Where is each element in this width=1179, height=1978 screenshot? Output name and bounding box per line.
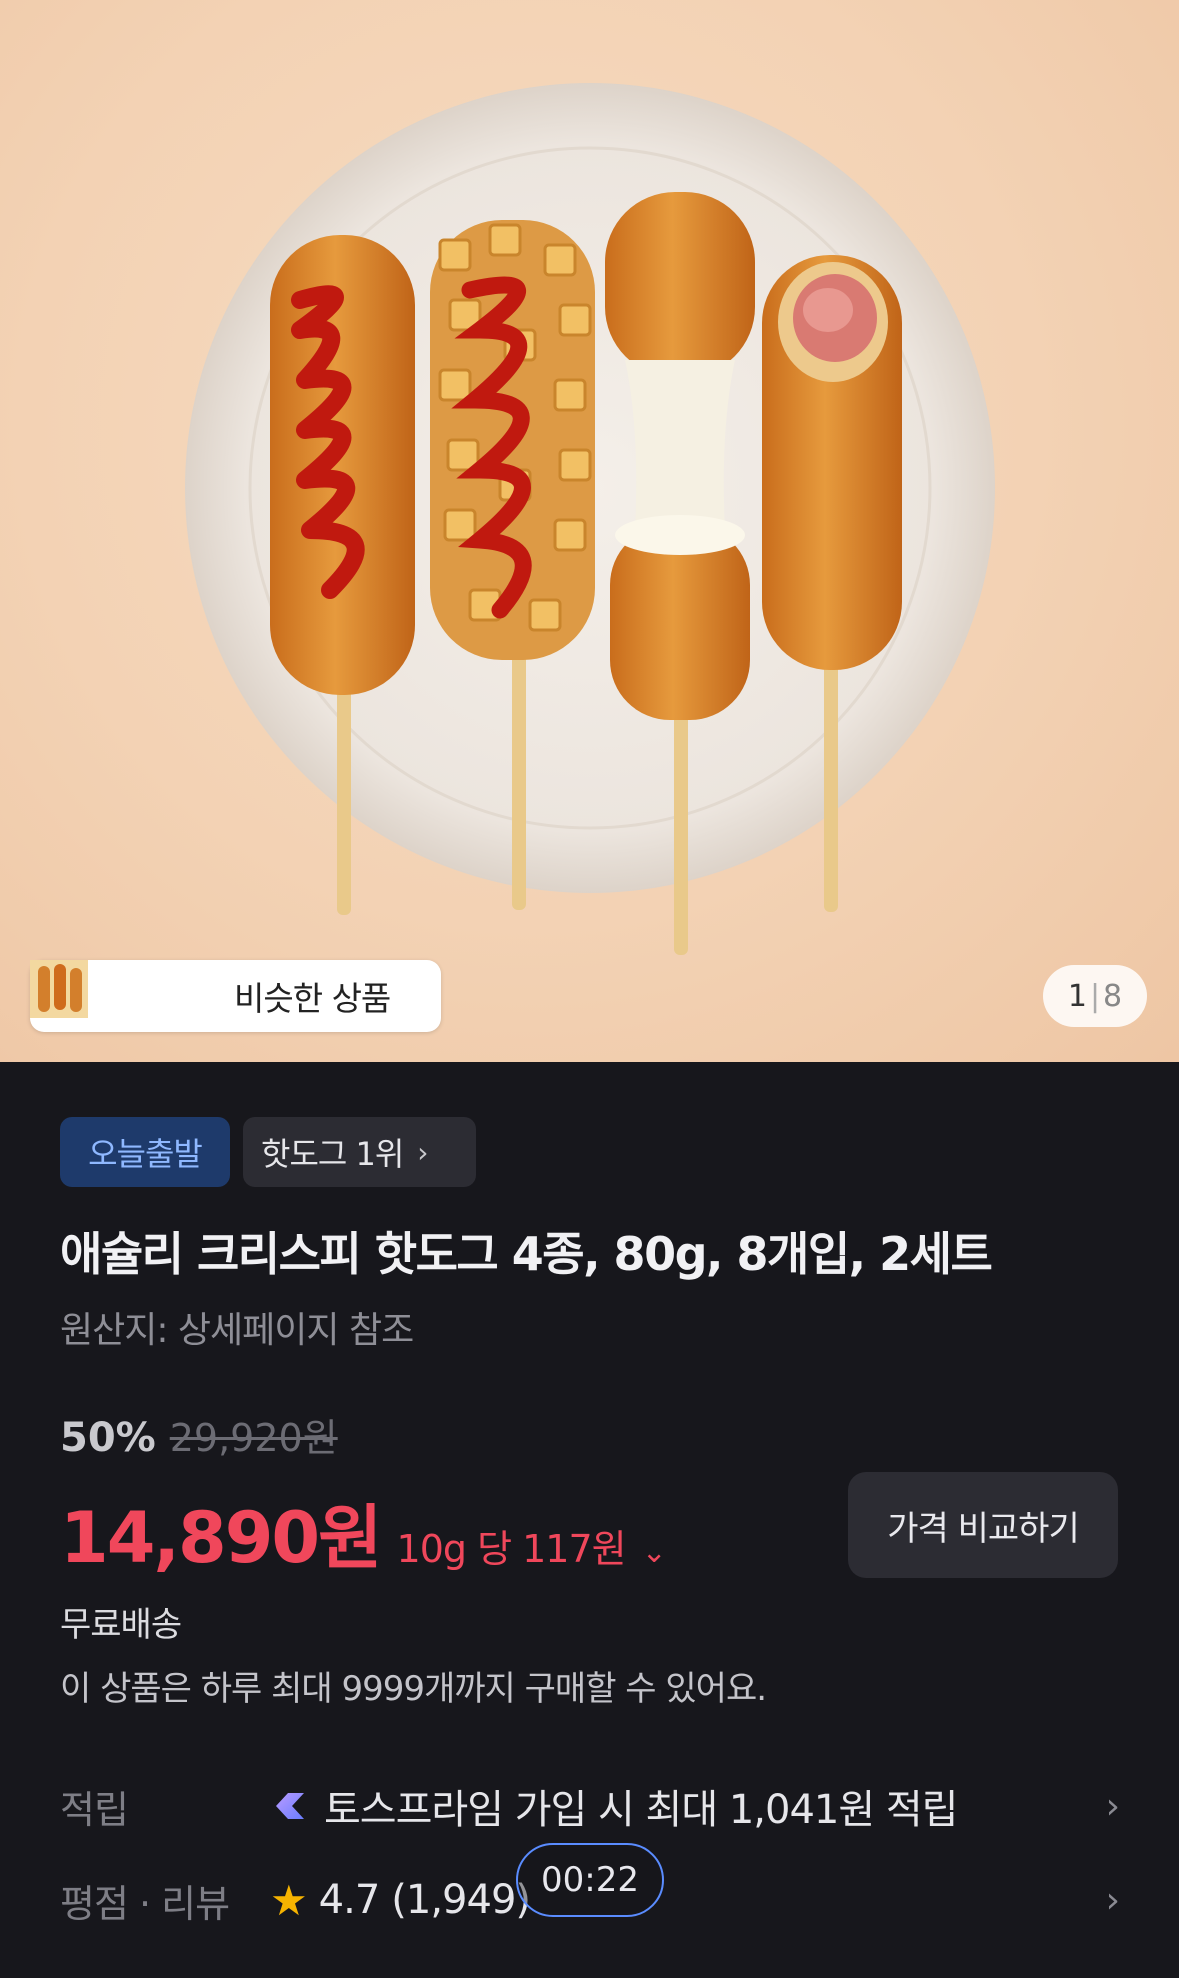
compare-price-button[interactable]: 가격 비교하기 xyxy=(848,1472,1118,1578)
today-shipping-badge: 오늘출발 xyxy=(60,1117,230,1187)
similar-products-button[interactable]: 비슷한 상품 xyxy=(30,960,441,1032)
recording-timer: 00:22 xyxy=(516,1843,664,1917)
points-row[interactable]: 적립 토스프라임 가입 시 최대 1,041원 적립 › xyxy=(60,1776,1120,1836)
chevron-right-icon: › xyxy=(1105,1879,1120,1921)
rating-value: 4.7 xyxy=(318,1877,381,1923)
category-rank-label: 핫도그 1위 xyxy=(261,1135,404,1173)
purchase-limit-info: 이 상품은 하루 최대 9999개까지 구매할 수 있어요. xyxy=(60,1669,767,1709)
points-label: 적립 xyxy=(60,1787,129,1832)
category-rank-link[interactable]: 핫도그 1위 › xyxy=(243,1117,476,1187)
shipping-info: 무료배송 xyxy=(60,1605,182,1645)
total-pages: 8 xyxy=(1103,978,1123,1014)
toss-prime-icon xyxy=(276,1793,304,1819)
discount-row: 50% 29,920원 xyxy=(60,1407,338,1462)
price-row: 14,890원 10g 당 117원 ⌄ xyxy=(60,1482,667,1583)
review-count: (1,949) xyxy=(391,1877,531,1923)
original-price: 29,920원 xyxy=(169,1416,338,1460)
star-icon: ★ xyxy=(270,1875,308,1925)
similar-products-label: 비슷한 상품 xyxy=(234,979,391,1018)
chevron-right-icon: › xyxy=(1105,1785,1120,1827)
chevron-down-icon[interactable]: ⌄ xyxy=(642,1535,667,1570)
discount-rate: 50% xyxy=(60,1415,156,1461)
similar-thumb-2 xyxy=(30,960,158,1025)
chevron-right-icon: › xyxy=(417,1135,428,1169)
points-value: 토스프라임 가입 시 최대 1,041원 적립 xyxy=(324,1787,958,1833)
unit-price[interactable]: 10g 당 117원 xyxy=(397,1518,627,1573)
product-photo xyxy=(185,83,995,955)
similar-thumb-3 xyxy=(30,960,220,1025)
sale-price: 14,890원 xyxy=(60,1497,383,1579)
review-label: 평점 · 리뷰 xyxy=(60,1881,230,1926)
today-shipping-label: 오늘출발 xyxy=(88,1135,203,1173)
product-tags: 오늘출발 핫도그 1위 › xyxy=(60,1117,476,1187)
product-origin: 원산지: 상세페이지 참조 xyxy=(60,1310,414,1351)
current-page: 1 xyxy=(1067,978,1087,1014)
product-title: 애슐리 크리스피 핫도그 4종, 80g, 8개입, 2세트 xyxy=(60,1227,993,1281)
image-page-counter: 1 | 8 xyxy=(1043,965,1147,1027)
product-image-gallery[interactable]: 비슷한 상품 1 | 8 xyxy=(0,0,1179,1062)
